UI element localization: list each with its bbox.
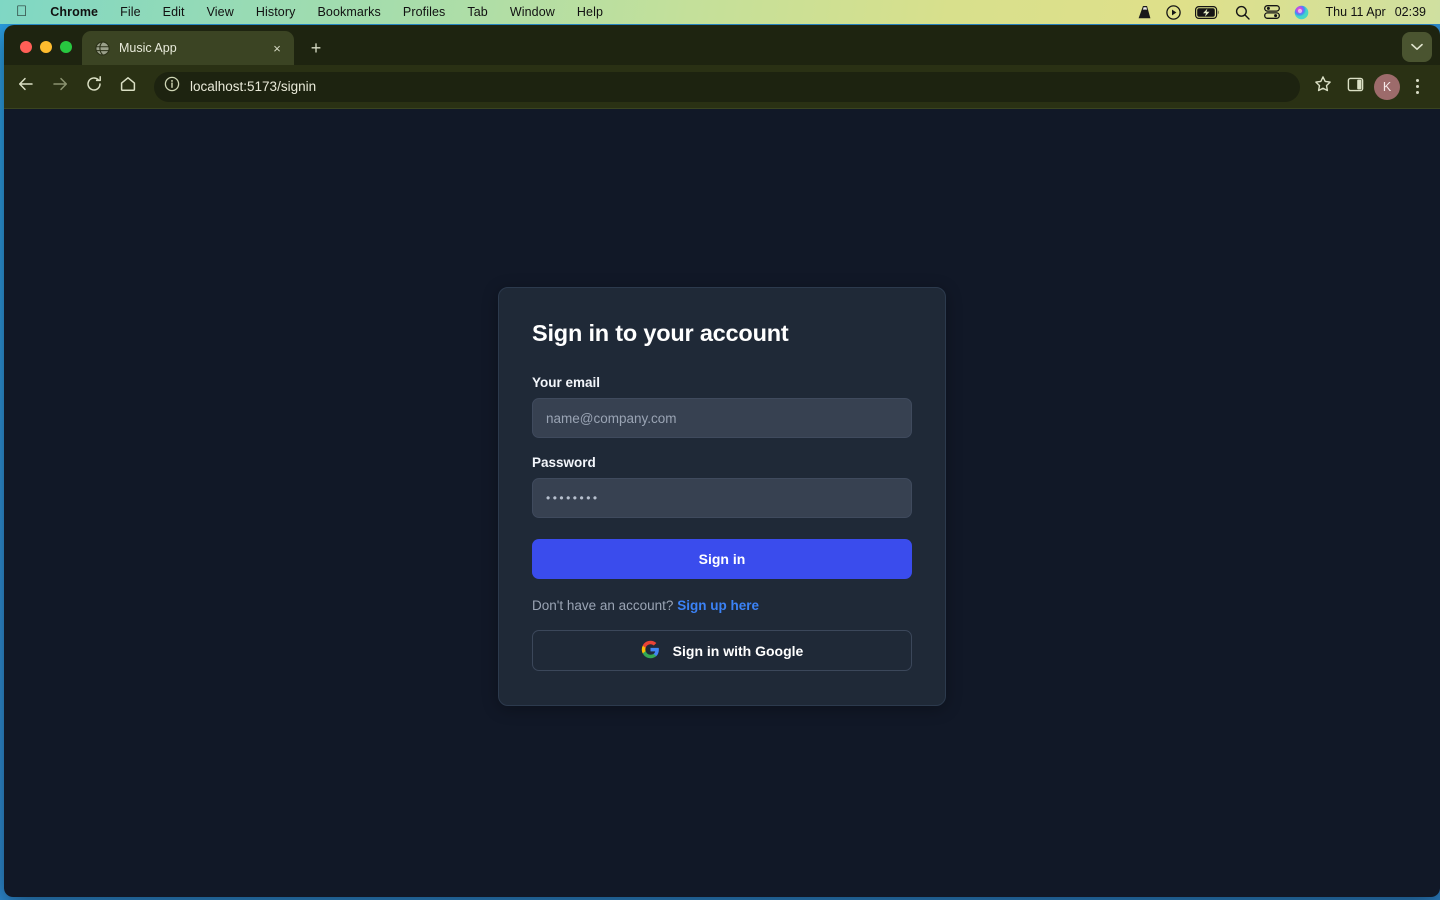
menu-item-chrome[interactable]: Chrome: [39, 3, 109, 21]
google-g-icon: [641, 640, 660, 662]
new-tab-button[interactable]: +: [302, 34, 330, 62]
star-icon: [1314, 75, 1332, 98]
reload-button[interactable]: [78, 71, 110, 103]
menu-item-help[interactable]: Help: [566, 3, 614, 21]
menu-bar-clock[interactable]: Thu 11 Apr 02:39: [1323, 5, 1426, 19]
menu-item-bookmarks[interactable]: Bookmarks: [306, 3, 391, 21]
battery-charging-icon[interactable]: [1195, 5, 1221, 19]
tab-music-app[interactable]: Music App ×: [82, 31, 294, 65]
signin-button[interactable]: Sign in: [532, 539, 912, 579]
menu-item-edit[interactable]: Edit: [152, 3, 196, 21]
google-signin-button[interactable]: Sign in with Google: [532, 630, 912, 671]
password-field[interactable]: [532, 478, 912, 518]
signup-prompt-text: Don't have an account?: [532, 598, 674, 613]
info-circle-icon[interactable]: [164, 76, 180, 97]
signup-prompt-row: Don't have an account? Sign up here: [532, 598, 912, 613]
globe-icon: [94, 40, 110, 56]
menu-bar-time: 02:39: [1394, 5, 1426, 19]
address-bar[interactable]: localhost:5173/signin: [154, 71, 1300, 102]
mac-menu-bar:  Chrome File Edit View History Bookmark…: [0, 0, 1440, 24]
tab-search-button[interactable]: [1402, 32, 1432, 62]
three-dots-icon[interactable]: [1404, 74, 1430, 100]
close-window-button[interactable]: [20, 41, 32, 53]
page-title: Sign in to your account: [532, 320, 789, 346]
menu-item-window[interactable]: Window: [499, 3, 566, 21]
forward-arrow-icon: [51, 75, 69, 98]
menu-bar-items:  Chrome File Edit View History Bookmark…: [8, 3, 614, 21]
chevron-down-icon: [1411, 38, 1423, 56]
side-panel-icon: [1347, 76, 1364, 98]
signin-card: Sign in to your account Your email Passw…: [498, 287, 946, 706]
home-button[interactable]: [112, 71, 144, 103]
password-label: Password: [532, 455, 596, 470]
close-icon[interactable]: ×: [268, 39, 286, 57]
signup-link[interactable]: Sign up here: [677, 598, 759, 613]
menu-item-view[interactable]: View: [196, 3, 245, 21]
siri-icon[interactable]: [1294, 5, 1309, 20]
minimize-window-button[interactable]: [40, 41, 52, 53]
search-icon[interactable]: [1235, 5, 1251, 20]
address-bar-url: localhost:5173/signin: [190, 79, 317, 94]
menu-item-file[interactable]: File: [109, 3, 152, 21]
chrome-window: Music App × + localhost:5173/signin K Si…: [4, 25, 1440, 897]
reload-icon: [85, 75, 103, 98]
back-arrow-icon: [17, 75, 35, 98]
menu-bar-status-icons: Thu 11 Apr 02:39: [1138, 4, 1430, 20]
control-center-icon[interactable]: [1264, 5, 1281, 19]
tab-title: Music App: [119, 41, 177, 55]
home-icon: [119, 75, 137, 98]
google-signin-label: Sign in with Google: [672, 642, 804, 659]
side-panel-button[interactable]: [1340, 72, 1370, 102]
desktop:  Chrome File Edit View History Bookmark…: [0, 0, 1440, 900]
browser-toolbar: localhost:5173/signin K: [4, 65, 1440, 109]
email-label: Your email: [532, 375, 601, 390]
menu-item-history[interactable]: History: [245, 3, 307, 21]
menu-bar-date: Thu 11 Apr: [1325, 5, 1386, 19]
back-button[interactable]: [10, 71, 42, 103]
menu-item-profiles[interactable]: Profiles: [392, 3, 456, 21]
menu-item-tab[interactable]: Tab: [456, 3, 498, 21]
forward-button[interactable]: [44, 71, 76, 103]
bookmark-button[interactable]: [1308, 72, 1338, 102]
play-circle-icon[interactable]: [1166, 4, 1182, 20]
maximize-window-button[interactable]: [60, 41, 72, 53]
apple-logo-icon[interactable]: : [8, 4, 39, 21]
tab-strip: Music App × +: [4, 25, 1440, 65]
profile-avatar[interactable]: K: [1374, 73, 1400, 100]
window-controls: [16, 41, 82, 65]
page-viewport: Sign in to your account Your email Passw…: [4, 109, 1440, 897]
email-field[interactable]: [532, 398, 912, 438]
vlc-cone-icon[interactable]: [1138, 5, 1152, 20]
